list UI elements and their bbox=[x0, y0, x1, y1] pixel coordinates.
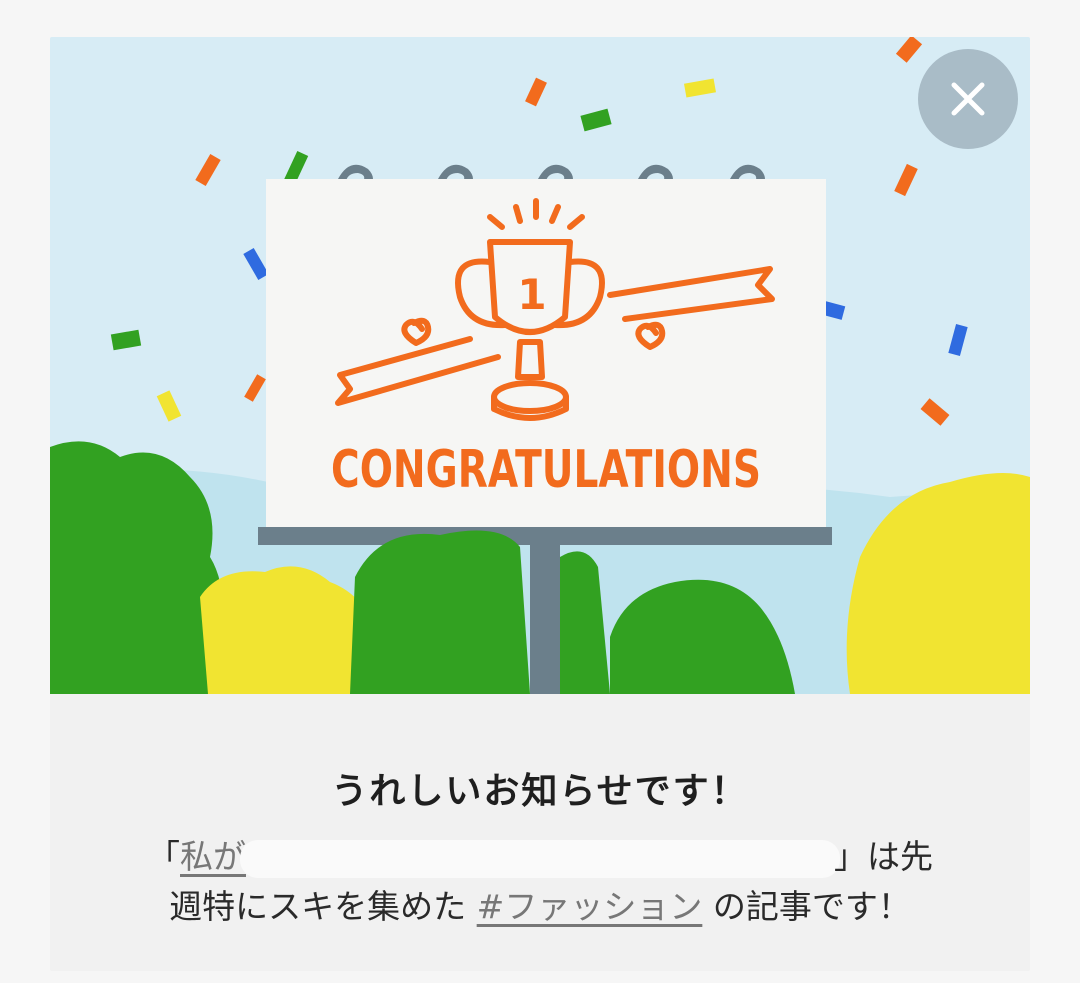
line2-prefix: 週特にスキを集めた bbox=[169, 887, 477, 926]
article-title-link[interactable]: 私が bbox=[180, 837, 246, 876]
trophy-number: 1 bbox=[517, 270, 546, 319]
line2-suffix: の記事です！ bbox=[702, 887, 911, 926]
congratulations-illustration: 1 CONGRATULATIONS bbox=[50, 37, 1030, 694]
congratulations-sign-text: CONGRATULATIONS bbox=[331, 440, 761, 500]
open-quote: 「 bbox=[147, 837, 180, 876]
hashtag-link[interactable]: #ファッション bbox=[477, 887, 703, 926]
close-quote-text: 」は先 bbox=[834, 837, 933, 876]
close-icon bbox=[951, 82, 985, 116]
redacted-title bbox=[240, 839, 840, 878]
close-button[interactable] bbox=[918, 49, 1018, 149]
message-area: うれしいお知らせです！ 「私が 」は先 週特にスキを集めた #ファッション の記事… bbox=[50, 694, 1030, 971]
billboard-scene: 1 CONGRATULATIONS bbox=[50, 37, 1030, 694]
headline: うれしいお知らせです！ bbox=[331, 771, 749, 812]
congratulations-modal: 1 CONGRATULATIONS うれしいお知らせです！ 「私が 」は先 週特に… bbox=[50, 37, 1030, 971]
message-body: 「私が 」は先 週特にスキを集めた #ファッション の記事です！ bbox=[140, 832, 940, 932]
